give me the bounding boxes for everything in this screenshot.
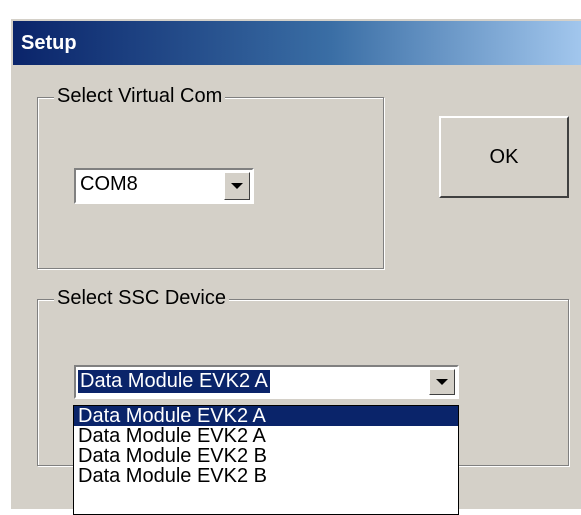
chevron-down-icon — [231, 183, 243, 189]
setup-dialog: Setup Select Virtual Com COM8 OK Select … — [10, 18, 581, 515]
ssc-device-dropdown-button[interactable] — [429, 369, 455, 395]
dropdown-option[interactable]: Data Module EVK2 B — [74, 446, 458, 466]
dropdown-option[interactable]: Data Module EVK2 B — [74, 466, 458, 486]
ok-button[interactable]: OK — [439, 116, 569, 198]
dropdown-option[interactable]: Data Module EVK2 A — [74, 426, 458, 446]
chevron-down-icon — [436, 379, 448, 385]
com-port-select[interactable]: COM8 — [74, 168, 254, 204]
ok-button-label: OK — [489, 145, 519, 168]
ssc-device-value: Data Module EVK2 A — [78, 370, 270, 393]
ssc-device-dropdown-list[interactable]: Data Module EVK2 A Data Module EVK2 A Da… — [73, 405, 459, 515]
dialog-title: Setup — [21, 31, 77, 54]
com-port-dropdown-button[interactable] — [224, 172, 250, 200]
dropdown-option[interactable]: Data Module EVK2 A — [74, 406, 458, 426]
ssc-device-legend: Select SSC Device — [54, 287, 229, 310]
virtual-com-legend: Select Virtual Com — [54, 85, 226, 108]
ssc-device-select[interactable]: Data Module EVK2 A — [74, 365, 459, 399]
dialog-titlebar[interactable]: Setup — [13, 21, 581, 65]
virtual-com-group: Select Virtual Com COM8 — [37, 85, 384, 269]
com-port-value: COM8 — [80, 173, 138, 195]
